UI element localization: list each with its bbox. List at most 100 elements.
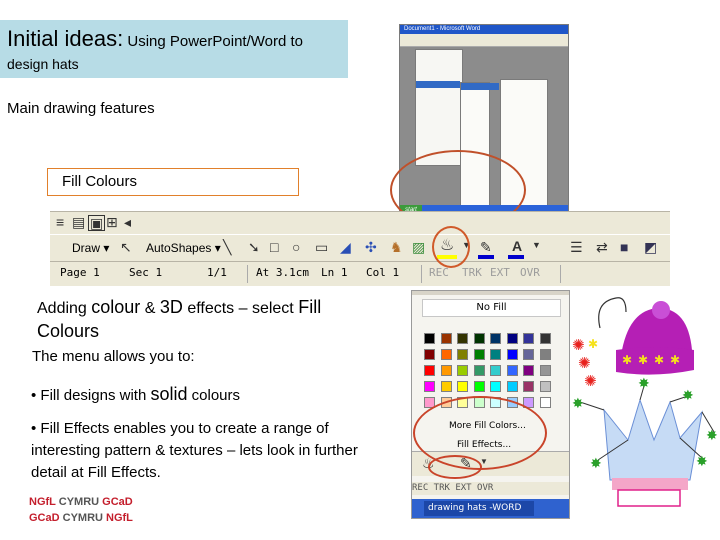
clipart-icon[interactable]: ♞: [390, 240, 403, 254]
title-main-text: Initial ideas:: [7, 26, 124, 51]
color-swatch[interactable]: [473, 349, 485, 360]
font-color-icon[interactable]: A: [512, 239, 522, 253]
color-swatch[interactable]: [457, 365, 468, 376]
color-swatch[interactable]: [440, 381, 452, 392]
rectangle-icon[interactable]: □: [270, 240, 278, 254]
color-swatch[interactable]: [539, 397, 551, 408]
drawing-toolbar: Draw ▾ ↖ AutoShapes ▾ ╲ ➘ □ ○ ▭ ◢ ✣ ♞ ▨ …: [50, 234, 670, 262]
textbox-icon[interactable]: ▭: [315, 240, 328, 254]
arrow-icon[interactable]: ➘: [248, 240, 260, 254]
font-color-swatch: [508, 255, 524, 259]
color-swatch[interactable]: [490, 381, 501, 392]
bullet1-solid: solid: [150, 384, 188, 404]
bullet1-pre: • Fill designs with: [31, 387, 151, 404]
3d-style-icon[interactable]: ◩: [644, 240, 657, 254]
status-ovr[interactable]: OVR: [520, 266, 540, 279]
view-buttons-row: ≡ ▤ ▣ ⊞ ◂: [50, 211, 145, 233]
color-swatch[interactable]: [424, 333, 435, 344]
logo-cymru: CYMRU: [59, 512, 107, 524]
color-swatch[interactable]: [457, 381, 468, 392]
jester-hat-icon: ✸ ✸ ✸ ✸ ✸ ✸: [572, 375, 718, 507]
color-swatch[interactable]: [506, 333, 518, 344]
color-swatch[interactable]: [539, 381, 551, 392]
status-trk[interactable]: TRK: [462, 266, 482, 279]
color-swatch[interactable]: [539, 333, 551, 344]
drawing-features-heading: Main drawing features: [7, 100, 155, 117]
svg-text:✸: ✸: [638, 375, 650, 391]
color-swatch[interactable]: [523, 381, 534, 392]
color-swatch[interactable]: [424, 381, 435, 392]
normal-view-icon[interactable]: ≡: [56, 215, 64, 229]
color-swatch[interactable]: [457, 333, 468, 344]
color-swatch[interactable]: [457, 349, 468, 360]
color-swatch[interactable]: [506, 381, 518, 392]
line-style-icon[interactable]: ☰: [570, 240, 583, 254]
oval-icon[interactable]: ○: [292, 240, 300, 254]
adding-mid: &: [140, 300, 160, 317]
no-fill-label: No Fill: [476, 302, 507, 313]
status-page: Page 1: [60, 266, 100, 279]
adding-fill: Fill: [298, 297, 322, 317]
purple-hat-icon: ✱ ✱ ✱ ✱: [598, 297, 694, 375]
color-swatch[interactable]: [473, 333, 485, 344]
font-color-dropdown-icon[interactable]: ▼: [532, 241, 541, 250]
slide-title: Initial ideas: Using PowerPoint/Word to: [7, 26, 303, 52]
hat-illustrations: ✱ ✱ ✱ ✱ ✺ ✺ ✺ ✱ ✸ ✸ ✸ ✸ ✸ ✸: [572, 297, 718, 507]
color-swatch[interactable]: [490, 349, 501, 360]
line-color-icon[interactable]: ✎: [480, 240, 492, 254]
color-swatch[interactable]: [440, 365, 452, 376]
color-swatch[interactable]: [424, 349, 435, 360]
print-view-icon[interactable]: ▣: [88, 215, 106, 231]
svg-text:✺: ✺: [578, 355, 591, 372]
autoshapes-menu-button[interactable]: AutoShapes ▾: [146, 241, 221, 255]
svg-text:✺: ✺: [584, 373, 597, 390]
color-swatch[interactable]: [539, 365, 551, 376]
color-swatch[interactable]: [523, 333, 534, 344]
adding-pre: Adding: [37, 300, 92, 317]
svg-text:✸: ✸: [572, 395, 584, 411]
picture-icon[interactable]: ▨: [412, 240, 425, 254]
color-swatch[interactable]: [490, 365, 501, 376]
palette-grip: [412, 291, 569, 295]
outline-view-icon[interactable]: ⊞: [106, 215, 118, 229]
status-rec[interactable]: REC: [429, 266, 449, 279]
status-column: Col 1: [366, 266, 400, 279]
color-swatch[interactable]: [424, 365, 435, 376]
color-swatch[interactable]: [539, 349, 551, 360]
menu-highlight: [416, 81, 460, 88]
color-swatch[interactable]: [523, 365, 534, 376]
draw-menu-button[interactable]: Draw ▾: [72, 241, 109, 255]
fill-colours-label: Fill Colours: [62, 173, 138, 190]
no-fill-option[interactable]: No Fill: [422, 299, 561, 317]
status-ext[interactable]: EXT: [490, 266, 510, 279]
color-swatch[interactable]: [440, 333, 452, 344]
status-position: At 3.1cm: [256, 266, 309, 279]
title-rest-text: Using PowerPoint/Word to: [123, 33, 303, 50]
web-view-icon[interactable]: ▤: [72, 215, 85, 229]
wordart-icon[interactable]: ◢: [340, 240, 351, 254]
bullet-solid-colours: • Fill designs with solid colours: [31, 384, 240, 405]
svg-text:✱: ✱: [654, 353, 664, 367]
shadow-style-icon[interactable]: ■: [620, 240, 628, 254]
color-swatch[interactable]: [490, 333, 501, 344]
color-swatch[interactable]: [473, 365, 485, 376]
svg-text:✱: ✱: [670, 353, 680, 367]
adding-colour: colour: [91, 297, 141, 317]
line-icon[interactable]: ╲: [223, 240, 231, 254]
color-swatch[interactable]: [473, 381, 485, 392]
select-pointer-icon[interactable]: ↖: [120, 240, 132, 254]
color-swatch[interactable]: [523, 349, 534, 360]
allows-text: The menu allows you to:: [32, 348, 195, 365]
color-swatch[interactable]: [440, 349, 452, 360]
logo-gcad: GCaD: [29, 512, 60, 524]
scroll-left-icon[interactable]: ◂: [124, 215, 131, 229]
menu-bar: [400, 34, 568, 47]
svg-text:✺: ✺: [572, 337, 585, 354]
arrow-style-icon[interactable]: ⇄: [596, 240, 608, 254]
logo-gcad: GCaD: [102, 496, 133, 508]
diagram-icon[interactable]: ✣: [365, 240, 377, 254]
color-swatch[interactable]: [506, 365, 518, 376]
color-swatch[interactable]: [506, 349, 518, 360]
logo-ngfl: NGfL: [106, 512, 133, 524]
taskbar-word-item[interactable]: drawing hats -WORD: [424, 501, 534, 516]
